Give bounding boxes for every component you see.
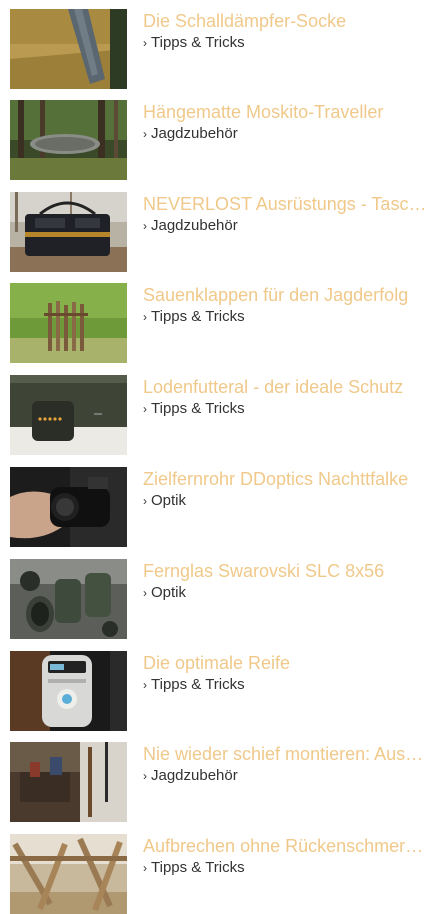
wooden-posts-image	[10, 283, 127, 363]
article-title[interactable]: Die optimale Reife	[143, 652, 428, 674]
category-label: Jagdzubehör	[151, 217, 238, 234]
list-item[interactable]: Sauenklappen für den Jagderfolg › Tipps &…	[0, 283, 428, 363]
category-label: Jagdzubehör	[151, 767, 238, 784]
scope-hand-image	[10, 467, 127, 547]
article-title[interactable]: Zielfernrohr DDoptics Nachttfalke	[143, 468, 428, 490]
category-label: Tipps & Tricks	[151, 676, 245, 693]
article-title[interactable]: Aufbrechen ohne Rückenschmerzen	[143, 835, 428, 857]
chevron-right-icon: ›	[143, 402, 147, 416]
chevron-right-icon: ›	[143, 494, 147, 508]
article-thumbnail[interactable]	[10, 100, 127, 180]
chevron-right-icon: ›	[143, 678, 147, 692]
gear-bag-image	[10, 192, 127, 272]
binoculars-image	[10, 559, 127, 639]
article-title[interactable]: Die Schalldämpfer-Socke	[143, 10, 428, 32]
silencer-sock-image	[10, 9, 127, 89]
aging-device-image	[10, 651, 127, 731]
list-item[interactable]: Zielfernrohr DDoptics Nachttfalke › Optik	[0, 467, 428, 547]
chevron-right-icon: ›	[143, 769, 147, 783]
list-item[interactable]: Lodenfutteral - der ideale Schutz › Tipps…	[0, 375, 428, 455]
article-category[interactable]: › Optik	[143, 584, 186, 602]
article-title[interactable]: Hängematte Moskito-Traveller	[143, 101, 428, 123]
list-item[interactable]: Hängematte Moskito-Traveller › Jagdzubehö…	[0, 100, 428, 180]
article-category[interactable]: › Optik	[143, 492, 186, 510]
category-label: Tipps & Tricks	[151, 859, 245, 876]
workshop-image	[10, 742, 127, 822]
article-thumbnail[interactable]	[10, 375, 127, 455]
list-item[interactable]: Fernglas Swarovski SLC 8x56 › Optik	[0, 559, 428, 639]
wooden-stand-image	[10, 834, 127, 914]
category-label: Tipps & Tricks	[151, 308, 245, 325]
article-title[interactable]: Nie wieder schief montieren: Ausrichten	[143, 743, 428, 765]
article-title[interactable]: Fernglas Swarovski SLC 8x56	[143, 560, 428, 582]
hammock-forest-image	[10, 100, 127, 180]
chevron-right-icon: ›	[143, 127, 147, 141]
article-category[interactable]: › Tipps & Tricks	[143, 400, 245, 418]
article-category[interactable]: › Jagdzubehör	[143, 767, 238, 785]
article-thumbnail[interactable]	[10, 192, 127, 272]
list-item[interactable]: Nie wieder schief montieren: Ausrichten …	[0, 742, 428, 822]
article-thumbnail[interactable]	[10, 834, 127, 914]
chevron-right-icon: ›	[143, 861, 147, 875]
article-thumbnail[interactable]	[10, 9, 127, 89]
article-category[interactable]: › Tipps & Tricks	[143, 34, 245, 52]
article-category[interactable]: › Tipps & Tricks	[143, 859, 245, 877]
loden-case-image	[10, 375, 127, 455]
category-label: Jagdzubehör	[151, 125, 238, 142]
article-category[interactable]: › Jagdzubehör	[143, 125, 238, 143]
chevron-right-icon: ›	[143, 586, 147, 600]
list-item[interactable]: NEVERLOST Ausrüstungs - Tasche › Jagdzube…	[0, 192, 428, 272]
category-label: Tipps & Tricks	[151, 400, 245, 417]
category-label: Optik	[151, 492, 187, 509]
article-title[interactable]: Sauenklappen für den Jagderfolg	[143, 284, 428, 306]
chevron-right-icon: ›	[143, 219, 147, 233]
article-category[interactable]: › Tipps & Tricks	[143, 308, 245, 326]
list-item[interactable]: Die Schalldämpfer-Socke › Tipps & Tricks	[0, 9, 428, 89]
list-item[interactable]: Die optimale Reife › Tipps & Tricks	[0, 651, 428, 731]
article-thumbnail[interactable]	[10, 283, 127, 363]
article-thumbnail[interactable]	[10, 742, 127, 822]
chevron-right-icon: ›	[143, 310, 147, 324]
list-item[interactable]: Aufbrechen ohne Rückenschmerzen › Tipps &…	[0, 834, 428, 914]
chevron-right-icon: ›	[143, 36, 147, 50]
article-thumbnail[interactable]	[10, 467, 127, 547]
article-title[interactable]: Lodenfutteral - der ideale Schutz	[143, 376, 428, 398]
article-category[interactable]: › Tipps & Tricks	[143, 676, 245, 694]
article-title[interactable]: NEVERLOST Ausrüstungs - Tasche	[143, 193, 428, 215]
article-category[interactable]: › Jagdzubehör	[143, 217, 238, 235]
category-label: Tipps & Tricks	[151, 34, 245, 51]
article-thumbnail[interactable]	[10, 651, 127, 731]
category-label: Optik	[151, 584, 187, 601]
article-thumbnail[interactable]	[10, 559, 127, 639]
